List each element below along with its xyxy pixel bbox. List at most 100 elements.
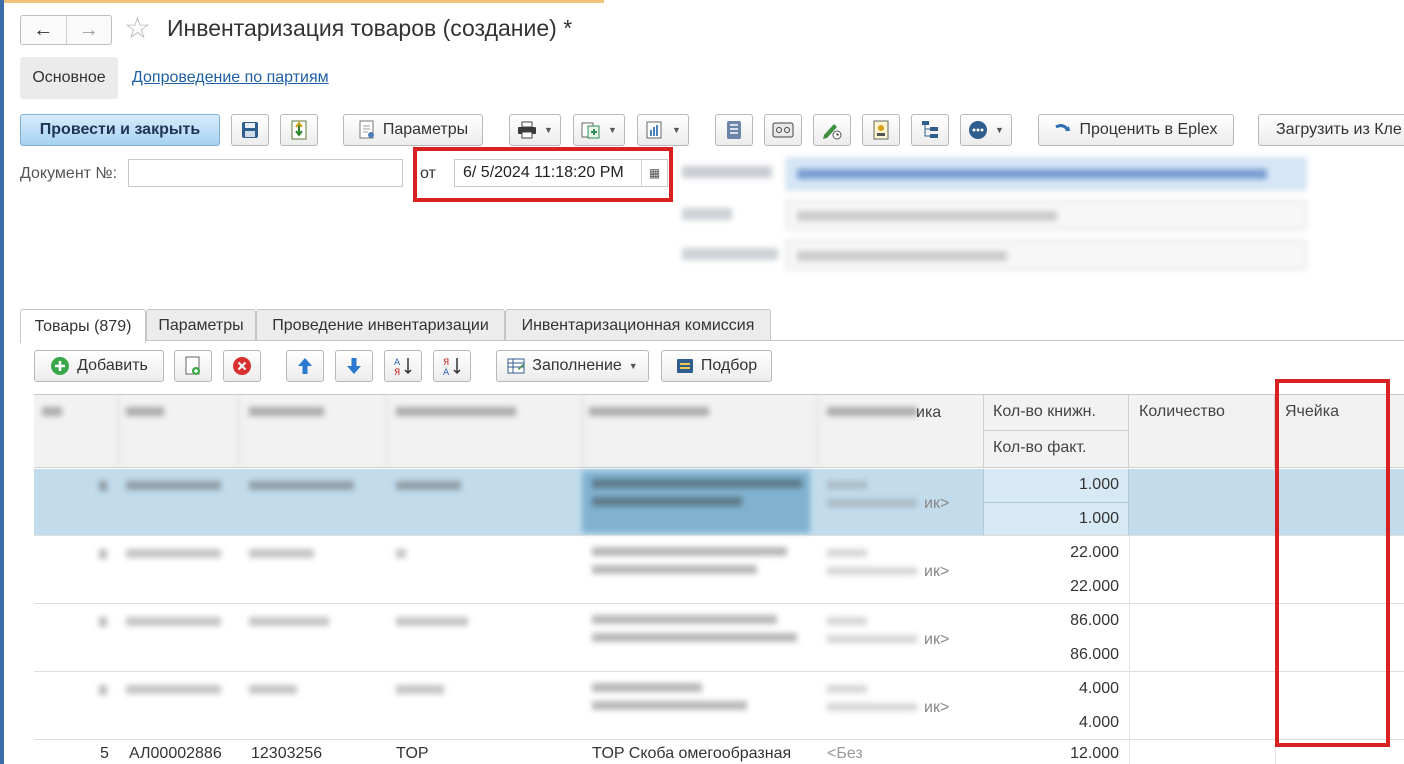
row-5-qty-book: 12.000 (1070, 745, 1119, 762)
document-number-input[interactable] (128, 159, 403, 187)
row-4-characteristic-tail: ик> (924, 699, 950, 716)
row-separator (34, 671, 1404, 672)
column-header-qty-fact[interactable]: Кол-во факт. (983, 431, 1129, 468)
sort-ascending-button[interactable]: АЯ (384, 350, 422, 382)
parameters-button[interactable]: Параметры (343, 114, 483, 146)
row-4-qty-book[interactable]: 4.000 (983, 680, 1119, 698)
blurred-column-headers (34, 395, 924, 468)
more-dots-icon (969, 121, 988, 139)
column-header-characteristic-tail: ика (916, 404, 942, 421)
row-2-qty-book[interactable]: 22.000 (983, 544, 1119, 562)
move-down-button[interactable] (335, 350, 373, 382)
save-icon (242, 122, 258, 138)
navigation-group: ← → (20, 15, 112, 45)
fill-label: Заполнение (532, 357, 622, 374)
fill-table-icon (507, 358, 525, 374)
page-title: Инвентаризация товаров (создание) * (167, 15, 573, 41)
row-1-characteristic-tail: ик> (924, 495, 950, 512)
blurred-row-cells (34, 469, 924, 741)
post-and-close-button[interactable]: Провести и закрыть (20, 114, 220, 146)
selection-label: Подбор (700, 357, 758, 374)
load-from-button[interactable]: Загрузить из Кле (1258, 114, 1404, 146)
sort-descending-button[interactable]: ЯА (433, 350, 471, 382)
selection-list-icon (676, 359, 693, 373)
tab-parameters[interactable]: Параметры (146, 309, 256, 341)
tab-inventory-posting[interactable]: Проведение инвентаризации (256, 309, 505, 341)
section-link-batch-posting[interactable]: Допроведение по партиям (132, 69, 329, 87)
document-number-label: Документ №: (20, 165, 118, 182)
sort-descending-icon: ЯА (443, 358, 461, 376)
structure-button[interactable] (911, 114, 949, 146)
blurred-field (786, 158, 1306, 190)
print-button[interactable]: ▼ (509, 114, 561, 146)
row-5-characteristic: <Без (827, 745, 863, 762)
save-button[interactable] (231, 114, 269, 146)
section-main[interactable]: Основное (20, 57, 118, 99)
copy-row-button[interactable] (174, 350, 212, 382)
create-based-on-button[interactable]: ▼ (573, 114, 625, 146)
forward-button[interactable]: → (65, 16, 112, 44)
back-button[interactable]: ← (21, 16, 66, 44)
svg-text:Я: Я (443, 358, 449, 368)
goods-table: ика Кол-во книжн. Кол-во факт. Количеств… (34, 394, 1404, 764)
document-card-button[interactable] (862, 114, 900, 146)
delete-row-button[interactable] (223, 350, 261, 382)
selection-button[interactable]: Подбор (661, 350, 772, 382)
svg-text:А: А (443, 368, 450, 376)
create-based-icon (581, 122, 600, 139)
journal-button[interactable] (715, 114, 753, 146)
document-settings-icon (359, 120, 374, 139)
chevron-down-icon: ▼ (995, 125, 1004, 135)
blurred-field (786, 240, 1306, 270)
row-5-article: 12303256 (251, 745, 323, 762)
card-icon (873, 120, 889, 140)
arrow-up-icon (298, 358, 312, 374)
arrow-down-icon (347, 358, 361, 374)
row-separator (34, 603, 1404, 604)
blurred-label (682, 208, 732, 220)
parameters-label: Параметры (382, 121, 469, 138)
row-3-qty-fact[interactable]: 86.000 (983, 646, 1119, 664)
copy-document-icon (185, 356, 200, 375)
post-and-close-label: Провести и закрыть (39, 121, 201, 138)
table-row-5[interactable]: 5 АЛ00002886 12303256 TOP TOP Скоба омег… (34, 740, 1404, 764)
row-2-qty-fact[interactable]: 22.000 (983, 578, 1119, 596)
column-header-quantity[interactable]: Количество (1129, 395, 1275, 468)
chevron-down-icon: ▼ (628, 361, 638, 371)
svg-text:А: А (394, 358, 401, 368)
row-5-number: 5 (100, 745, 109, 762)
chevron-down-icon: ▼ (608, 125, 617, 135)
fill-button[interactable]: Заполнение ▼ (496, 350, 649, 382)
move-up-button[interactable] (286, 350, 324, 382)
hierarchy-icon (922, 121, 938, 138)
svg-text:Я: Я (394, 368, 400, 376)
price-in-eplex-button[interactable]: Проценить в Eplex (1038, 114, 1234, 146)
edit-history-button[interactable] (813, 114, 851, 146)
list-journal-icon (727, 121, 741, 139)
plus-circle-icon (51, 357, 70, 375)
blurred-field (786, 200, 1306, 230)
column-header-qty-book[interactable]: Кол-во книжн. (983, 395, 1129, 431)
reports-button[interactable]: ▼ (637, 114, 689, 146)
star-icon[interactable]: ☆ (124, 14, 151, 44)
row-1-qty-book[interactable]: 1.000 (983, 476, 1119, 494)
post-button[interactable] (280, 114, 318, 146)
price-in-eplex-label: Проценить в Eplex (1079, 121, 1218, 138)
cassette-button[interactable] (764, 114, 802, 146)
window-left-accent (0, 0, 4, 764)
tab-inventory-commission[interactable]: Инвентаризационная комиссия (505, 309, 771, 341)
report-chart-icon (646, 121, 662, 139)
sort-ascending-icon: АЯ (394, 358, 412, 376)
row-3-qty-book[interactable]: 86.000 (983, 612, 1119, 630)
chevron-down-icon: ▼ (672, 125, 681, 135)
tab-goods[interactable]: Товары (879) (20, 309, 146, 343)
more-actions-button[interactable]: ▼ (960, 114, 1012, 146)
highlight-date-box (413, 147, 673, 202)
add-row-button[interactable]: Добавить (34, 350, 164, 382)
load-from-label: Загрузить из Кле (1276, 121, 1402, 138)
printer-icon (518, 121, 537, 139)
row-4-qty-fact[interactable]: 4.000 (983, 714, 1119, 732)
back-arrow-icon: ← (33, 18, 54, 41)
row-separator (34, 535, 1404, 536)
row-1-qty-fact[interactable]: 1.000 (983, 510, 1119, 528)
